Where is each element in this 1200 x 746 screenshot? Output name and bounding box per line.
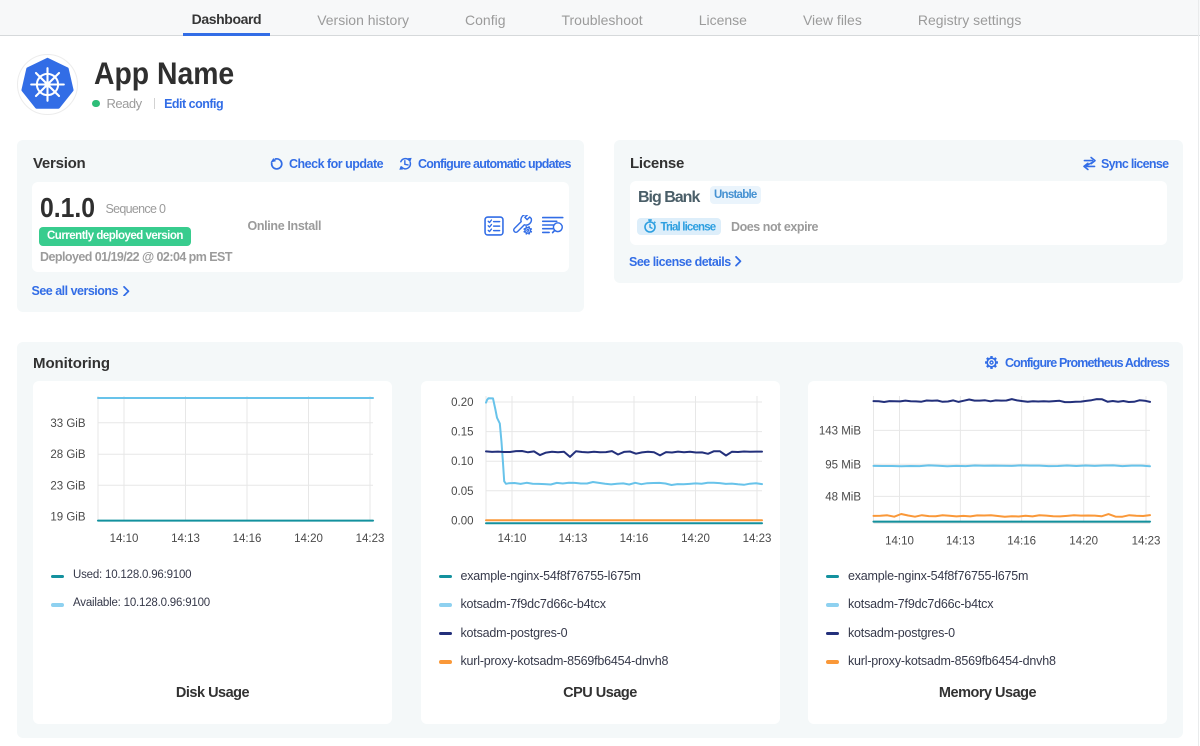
svg-text:14:23: 14:23 [742,533,771,545]
svg-text:143 MiB: 143 MiB [819,425,862,437]
svg-text:14:16: 14:16 [233,533,262,545]
svg-text:14:10: 14:10 [885,536,914,548]
svg-text:14:23: 14:23 [356,533,385,545]
svg-text:23 GiB: 23 GiB [50,480,85,492]
svg-text:0.05: 0.05 [451,486,473,498]
svg-text:14:16: 14:16 [1007,536,1036,548]
svg-text:28 GiB: 28 GiB [50,449,85,461]
svg-text:0.10: 0.10 [451,456,473,468]
svg-text:48 MiB: 48 MiB [825,491,861,503]
svg-text:14:20: 14:20 [294,533,323,545]
svg-text:33 GiB: 33 GiB [50,418,85,430]
svg-text:14:13: 14:13 [558,533,587,545]
svg-text:14:20: 14:20 [1069,536,1098,548]
svg-text:14:13: 14:13 [171,533,200,545]
svg-text:14:20: 14:20 [681,533,710,545]
svg-text:95 MiB: 95 MiB [825,459,861,471]
svg-text:14:23: 14:23 [1132,536,1161,548]
svg-text:14:10: 14:10 [110,533,139,545]
svg-text:14:10: 14:10 [497,533,526,545]
svg-text:19 GiB: 19 GiB [50,512,85,524]
svg-text:0.15: 0.15 [451,427,473,439]
svg-text:0.20: 0.20 [451,397,473,409]
svg-text:0.00: 0.00 [451,515,473,527]
svg-text:14:16: 14:16 [619,533,648,545]
svg-text:14:13: 14:13 [946,536,975,548]
